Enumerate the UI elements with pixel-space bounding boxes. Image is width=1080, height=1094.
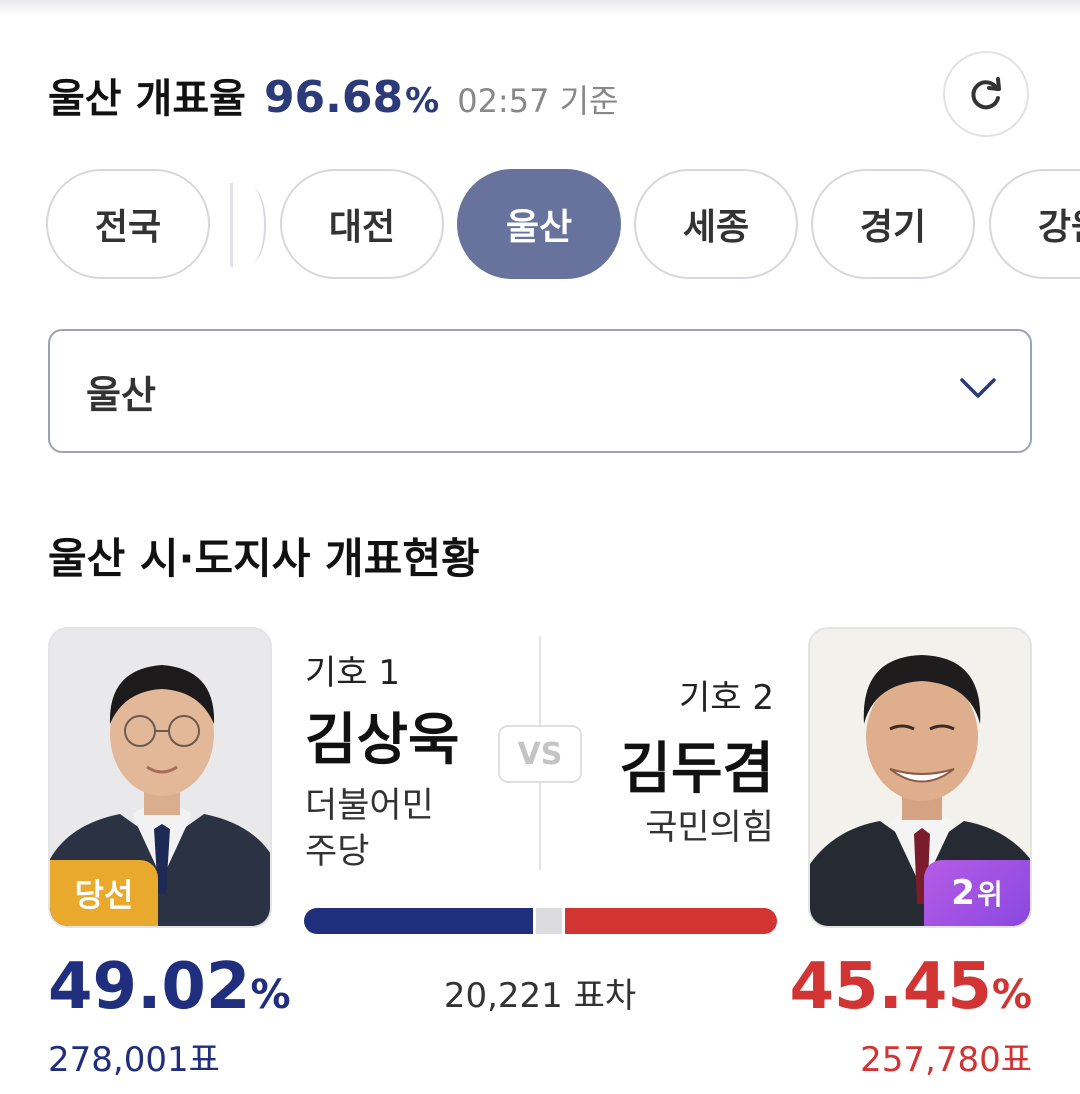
candidate-1-party-line1: 더불어민 (305, 786, 434, 826)
candidate-1-percent: 49.02 (48, 950, 251, 1024)
vote-bar-others (535, 908, 562, 934)
candidate-1-percent-unit: % (250, 972, 291, 1018)
tab-daejeon[interactable]: 대전 (280, 169, 444, 279)
candidate-1-number: 기호 1 (305, 653, 400, 693)
candidate-1-name: 김상욱 (305, 708, 460, 773)
tab-divider (230, 183, 233, 267)
update-time: 02:57 기준 (457, 82, 619, 120)
candidate-1-party-line2: 주당 (305, 832, 370, 872)
candidate-2-votes: 257,780표 (860, 1040, 1032, 1080)
rank-badge-number: 2 (951, 873, 975, 913)
candidate-2-percent-unit: % (991, 972, 1032, 1018)
elected-badge-label: 당선 (74, 876, 134, 914)
vs-label: VS (498, 725, 582, 783)
count-rate-unit: % (405, 81, 440, 121)
candidate-2-result: 45.45% (789, 950, 1032, 1024)
candidate-2-photo: 2위 (808, 627, 1032, 928)
tab-scroll-edge (236, 187, 266, 263)
vs-divider-top (539, 636, 541, 726)
rank-badge: 2위 (924, 860, 1030, 926)
tab-ulsan[interactable]: 울산 (457, 169, 621, 279)
candidate-1-result: 49.02% (48, 950, 291, 1024)
vote-bar-candidate-2 (564, 908, 777, 934)
tab-nationwide[interactable]: 전국 (46, 169, 210, 279)
region-select-value: 울산 (86, 372, 156, 417)
candidate-2-party: 국민의힘 (645, 808, 774, 848)
tab-gyeonggi[interactable]: 경기 (811, 169, 975, 279)
candidate-2-number: 기호 2 (679, 678, 774, 718)
rank-badge-unit: 위 (976, 878, 1003, 911)
elected-badge: 당선 (50, 860, 158, 926)
count-rate: 96.68 (263, 72, 404, 123)
vote-gap: 20,221 표차 (443, 976, 637, 1016)
top-shadow (0, 0, 1080, 16)
candidate-2-name: 김두겸 (619, 737, 774, 802)
candidate-2-percent: 45.45 (789, 950, 992, 1024)
count-header: 울산 개표율 96.68 % 02:57 기준 (48, 66, 618, 126)
refresh-icon (971, 77, 1001, 110)
region-tabs: 전국 대전 울산 세종 경기 강원 (46, 169, 1080, 281)
candidate-1-photo: 당선 (48, 627, 272, 928)
tab-gangwon[interactable]: 강원 (989, 169, 1080, 279)
page-title: 울산 개표율 (48, 76, 246, 122)
vote-bar-candidate-1 (304, 908, 533, 934)
tab-sejong[interactable]: 세종 (634, 169, 798, 279)
region-select[interactable]: 울산 (48, 329, 1032, 453)
candidate-1-votes: 278,001표 (48, 1040, 220, 1080)
chevron-down-icon (960, 378, 996, 398)
section-title: 울산 시·도지사 개표현황 (48, 534, 480, 583)
vs-divider-bottom (539, 782, 541, 870)
refresh-button[interactable] (943, 51, 1029, 137)
